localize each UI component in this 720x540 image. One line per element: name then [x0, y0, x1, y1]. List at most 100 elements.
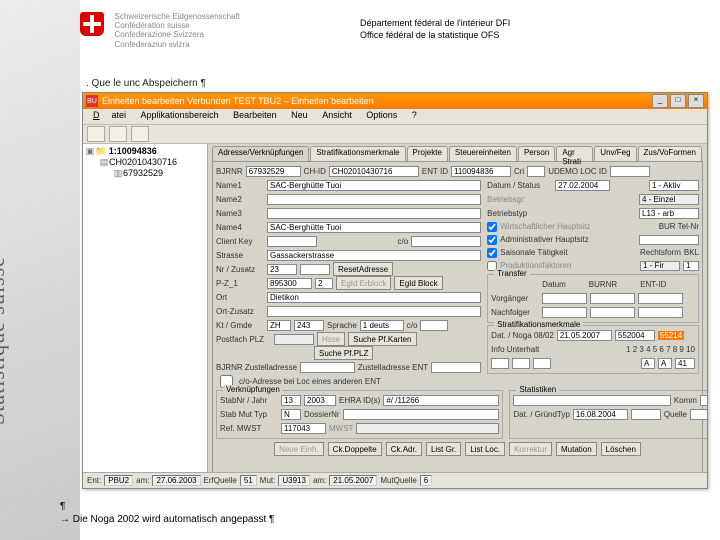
btn-list-gr[interactable]: List Gr. [426, 442, 461, 456]
btn-korrektur[interactable]: Korrektur [509, 442, 552, 456]
field-iuc[interactable] [675, 358, 695, 369]
tab-steuer[interactable]: Steuereinheiten [449, 146, 517, 161]
field-pz1[interactable] [267, 278, 312, 289]
field-entid[interactable] [451, 166, 511, 177]
field-chid[interactable] [329, 166, 419, 177]
field-ortz[interactable] [267, 306, 481, 317]
field-stabnr[interactable] [281, 395, 301, 406]
toolbar-btn-2[interactable] [109, 126, 127, 142]
field-pfn[interactable] [683, 261, 699, 271]
btn-suche-pfkarten[interactable]: Suche Pf.Karten [348, 332, 416, 346]
field-nr[interactable] [267, 264, 297, 275]
field-datum[interactable] [555, 180, 610, 191]
menu-bearbeiten[interactable]: Bearbeiten [227, 109, 283, 121]
field-strasse[interactable] [267, 250, 481, 261]
lbl-nrz: Nr / Zusatz [216, 265, 264, 274]
btn-ck-doppelte[interactable]: Ck.Doppelte [328, 442, 382, 456]
field-co2[interactable] [420, 320, 448, 331]
field-betriebstyp[interactable] [639, 208, 699, 219]
field-iu1[interactable] [491, 358, 509, 369]
field-datnoga-v[interactable] [615, 330, 655, 341]
chk-ah[interactable] [487, 235, 497, 245]
field-gruend-d[interactable] [573, 409, 628, 420]
field-datnoga-d[interactable] [557, 330, 612, 341]
field-status[interactable] [649, 180, 699, 191]
maximize-button[interactable]: □ [670, 94, 686, 108]
field-zent[interactable] [431, 362, 481, 373]
close-button[interactable]: × [688, 94, 704, 108]
toolbar [83, 125, 707, 144]
btn-list-loc[interactable]: List Loc. [465, 442, 505, 456]
tree-node-sel[interactable]: ▥67932529 [85, 168, 205, 179]
menu-ansicht[interactable]: Ansicht [316, 109, 358, 121]
field-stabjahr[interactable] [304, 395, 336, 406]
btn-eglcblock[interactable]: EgId Block [394, 276, 442, 290]
field-ort[interactable] [267, 292, 481, 303]
field-dossier[interactable] [343, 409, 500, 420]
field-clientkey[interactable] [267, 236, 317, 247]
tab-strat[interactable]: Stratifikationsmerkmale [310, 146, 405, 161]
field-bjrnr[interactable] [246, 166, 301, 177]
field-udemo[interactable] [610, 166, 650, 177]
tab-person[interactable]: Person [518, 146, 555, 161]
field-refmwst[interactable] [281, 423, 326, 434]
menubar[interactable]: Datei Applikationsbereich Bearbeiten Neu… [83, 109, 707, 125]
tree-root[interactable]: ▣📁 1:10094836 [85, 146, 205, 157]
btn-neue-einh[interactable]: Neue Einh. [274, 442, 324, 456]
field-nf-b[interactable] [590, 307, 635, 318]
field-quelle[interactable] [690, 409, 707, 420]
btn-reset-adresse[interactable]: ResetAdresse [333, 262, 393, 276]
field-smt[interactable] [281, 409, 301, 420]
chk-st[interactable] [487, 248, 497, 258]
field-co[interactable] [411, 236, 481, 247]
field-name3[interactable] [267, 208, 481, 219]
toolbar-btn-1[interactable] [87, 126, 105, 142]
tab-unv[interactable]: Unv/Feg [594, 146, 636, 161]
lbl-strasse: Strasse [216, 251, 264, 260]
field-zusatz[interactable] [300, 264, 330, 275]
btn-mutation[interactable]: Mutation [556, 442, 597, 456]
field-sprache[interactable] [360, 320, 404, 331]
field-gruend-t[interactable] [631, 409, 661, 420]
field-name2[interactable] [267, 194, 481, 205]
field-komm[interactable] [700, 395, 707, 406]
tab-zus[interactable]: Zus/VoFormen [638, 146, 702, 161]
field-iua[interactable] [641, 358, 655, 369]
field-name4[interactable] [267, 222, 481, 233]
field-nf-e[interactable] [638, 307, 683, 318]
field-vg-e[interactable] [638, 293, 683, 304]
menu-appbereich[interactable]: Applikationsbereich [135, 109, 225, 121]
field-nf-d[interactable] [542, 307, 587, 318]
menu-options[interactable]: Options [360, 109, 403, 121]
field-telnr[interactable] [639, 235, 699, 245]
field-iub[interactable] [658, 358, 672, 369]
toolbar-btn-3[interactable] [131, 126, 149, 142]
tab-projekte[interactable]: Projekte [407, 146, 448, 161]
tab-agr[interactable]: Agr Strati [556, 146, 593, 161]
field-vg-b[interactable] [590, 293, 635, 304]
btn-loeschen[interactable]: Löschen [601, 442, 641, 456]
field-ehra[interactable] [383, 395, 499, 406]
field-bza[interactable] [300, 362, 355, 373]
menu-neu[interactable]: Neu [285, 109, 314, 121]
field-pz2[interactable] [315, 278, 333, 289]
btn-ck-adr[interactable]: Ck.Adr. [386, 442, 422, 456]
field-iu2[interactable] [512, 358, 530, 369]
tree-node-ch[interactable]: ▤CH02010430716 [85, 157, 205, 168]
field-iu3[interactable] [533, 358, 551, 369]
menu-help[interactable]: ? [406, 109, 423, 121]
field-name1[interactable] [267, 180, 481, 191]
lbl-stabnr: StabNr / Jahr [220, 396, 278, 405]
field-gmde[interactable] [294, 320, 324, 331]
tab-adresse[interactable]: Adresse/Verknüpfungen [212, 146, 309, 161]
field-kt[interactable] [267, 320, 291, 331]
field-statistiken[interactable] [513, 395, 670, 406]
btn-suche-pfplz[interactable]: Suche Pf.PLZ [314, 346, 373, 360]
field-cri[interactable] [527, 166, 545, 177]
menu-datei[interactable]: Datei [87, 109, 132, 121]
tree-panel[interactable]: ▣📁 1:10094836 ▤CH02010430716 ▥67932529 [83, 144, 208, 475]
minimize-button[interactable]: _ [652, 94, 668, 108]
field-pplz[interactable] [274, 334, 314, 345]
chk-wh[interactable] [487, 222, 497, 232]
field-vg-d[interactable] [542, 293, 587, 304]
